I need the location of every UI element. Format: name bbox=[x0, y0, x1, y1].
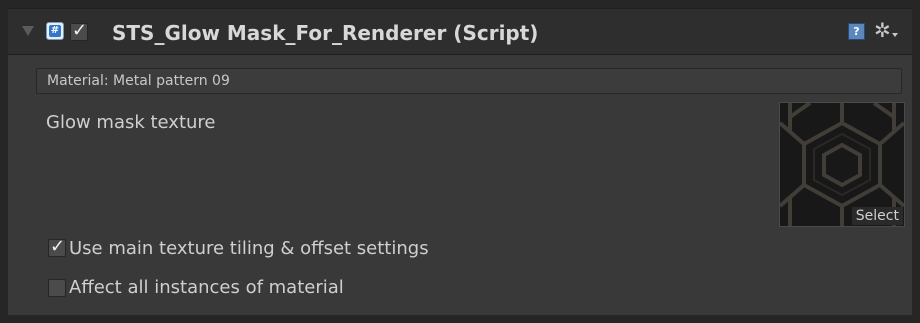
component-header[interactable]: # ✓ STS_Glow Mask_For_Renderer (Script) … bbox=[8, 9, 912, 55]
gear-icon[interactable]: ✲ bbox=[874, 18, 891, 42]
use-main-tiling-checkbox[interactable]: ✓ bbox=[48, 236, 66, 257]
use-main-tiling-label: Use main texture tiling & offset setting… bbox=[69, 238, 429, 259]
material-info-box: Material: Metal pattern 09 bbox=[36, 68, 902, 94]
select-texture-button[interactable]: Select bbox=[851, 207, 903, 225]
csharp-script-glyph: # bbox=[50, 25, 60, 36]
component-title: STS_Glow Mask_For_Renderer (Script) bbox=[112, 21, 539, 45]
checkmark-icon: ✓ bbox=[50, 236, 66, 257]
material-label: Material: Metal pattern 09 bbox=[47, 73, 230, 89]
glow-mask-label: Glow mask texture bbox=[46, 112, 216, 133]
foldout-arrow-icon[interactable] bbox=[22, 26, 34, 36]
affect-all-instances-label: Affect all instances of material bbox=[69, 277, 344, 298]
component-panel: # ✓ STS_Glow Mask_For_Renderer (Script) … bbox=[8, 8, 912, 315]
component-enabled-checkbox[interactable]: ✓ bbox=[70, 20, 88, 41]
csharp-script-icon: # bbox=[46, 22, 64, 40]
glow-mask-texture-field[interactable]: Select bbox=[779, 102, 905, 227]
checkmark-icon: ✓ bbox=[72, 20, 88, 41]
help-icon[interactable]: ? bbox=[848, 23, 865, 40]
gear-dropdown-arrow-icon bbox=[892, 33, 898, 37]
affect-all-instances-checkbox[interactable] bbox=[48, 279, 66, 297]
